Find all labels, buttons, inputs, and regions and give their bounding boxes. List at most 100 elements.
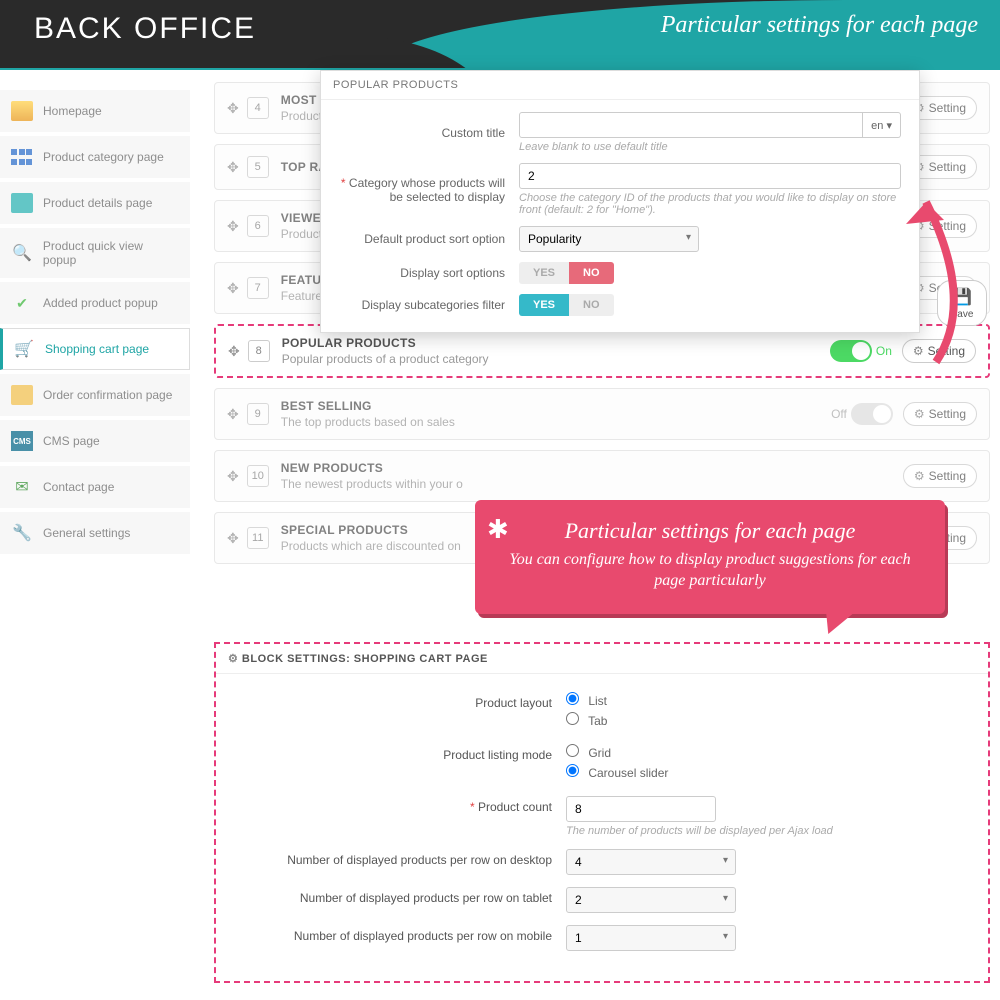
setting-button[interactable]: Setting xyxy=(902,339,976,363)
cms-icon: CMS xyxy=(11,431,33,451)
sidebar-item-added[interactable]: ✔ Added product popup xyxy=(0,282,190,324)
layout-tab-radio[interactable]: Tab xyxy=(566,712,958,728)
sidebar-item-label: Order confirmation page xyxy=(43,388,172,402)
block-number: 8 xyxy=(248,340,270,362)
main-content: POPULAR PRODUCTS Custom title en ▾ Leave… xyxy=(190,70,1000,1000)
mode-grid-radio[interactable]: Grid xyxy=(566,744,958,760)
block-title: POPULAR PRODUCTS xyxy=(282,336,830,350)
drag-handle-icon[interactable]: ✥ xyxy=(227,218,239,235)
cart-icon: 🛒 xyxy=(13,339,35,359)
block-desc: The top products based on sales xyxy=(281,415,831,429)
envelope-icon: ✉ xyxy=(11,477,33,497)
drag-handle-icon[interactable]: ✥ xyxy=(227,280,239,297)
popular-products-settings-panel: POPULAR PRODUCTS Custom title en ▾ Leave… xyxy=(320,70,920,333)
home-icon xyxy=(11,101,33,121)
custom-title-hint: Leave blank to use default title xyxy=(519,141,901,153)
callout-title: Particular settings for each page xyxy=(499,518,921,544)
display-sort-toggle[interactable]: YESNO xyxy=(519,262,614,284)
sidebar-item-label: Added product popup xyxy=(43,296,158,310)
sidebar-item-label: Product quick view popup xyxy=(43,239,179,267)
custom-title-input[interactable] xyxy=(519,112,863,138)
block-toggle-on[interactable]: On xyxy=(830,340,892,362)
sidebar-item-label: Product category page xyxy=(43,150,164,164)
sidebar: Homepage Product category page Product d… xyxy=(0,70,190,1000)
sidebar-item-general[interactable]: 🔧 General settings xyxy=(0,512,190,554)
sidebar-item-homepage[interactable]: Homepage xyxy=(0,90,190,132)
sidebar-item-category[interactable]: Product category page xyxy=(0,136,190,178)
shirt-icon xyxy=(11,193,33,213)
setting-button[interactable]: Setting xyxy=(903,402,977,426)
drag-handle-icon[interactable]: ✥ xyxy=(227,100,239,117)
block-row-10: ✥ 10 NEW PRODUCTSThe newest products wit… xyxy=(214,450,990,502)
sort-label: Default product sort option xyxy=(339,232,519,246)
display-subcat-toggle[interactable]: YESNO xyxy=(519,294,614,316)
tablet-row-select[interactable]: 2 xyxy=(566,887,736,913)
listing-mode-label: Product listing mode xyxy=(246,744,566,762)
block-number: 11 xyxy=(247,527,269,549)
sidebar-item-contact[interactable]: ✉ Contact page xyxy=(0,466,190,508)
product-layout-label: Product layout xyxy=(246,692,566,710)
header-subtitle: Particular settings for each page xyxy=(661,12,978,39)
callout-sub: You can configure how to display product… xyxy=(499,550,921,592)
wrench-icon: 🔧 xyxy=(11,523,33,543)
mobile-row-label: Number of displayed products per row on … xyxy=(246,925,566,943)
block-number: 4 xyxy=(247,97,269,119)
category-hint: Choose the category ID of the products t… xyxy=(519,192,901,216)
block-number: 9 xyxy=(247,403,269,425)
save-button[interactable]: Save xyxy=(937,280,987,326)
sidebar-item-label: Product details page xyxy=(43,196,152,210)
sidebar-item-label: Homepage xyxy=(43,104,102,118)
display-subcat-label: Display subcategories filter xyxy=(339,298,519,312)
language-dropdown[interactable]: en ▾ xyxy=(863,112,901,138)
sidebar-item-order[interactable]: Order confirmation page xyxy=(0,374,190,416)
sidebar-item-cart[interactable]: 🛒 Shopping cart page xyxy=(0,328,190,370)
sidebar-item-cms[interactable]: CMS CMS page xyxy=(0,420,190,462)
drag-handle-icon[interactable]: ✥ xyxy=(227,530,239,547)
product-count-label: * Product count xyxy=(246,796,566,814)
layout-list-radio[interactable]: List xyxy=(566,692,958,708)
product-count-hint: The number of products will be displayed… xyxy=(566,825,958,837)
sidebar-item-label: Shopping cart page xyxy=(45,342,149,356)
block-row-9: ✥ 9 BEST SELLING The top products based o… xyxy=(214,388,990,440)
header: BACK OFFICE Particular settings for each… xyxy=(0,0,1000,68)
category-input[interactable] xyxy=(519,163,901,189)
sidebar-item-label: General settings xyxy=(43,526,130,540)
setting-button[interactable]: Setting xyxy=(903,464,977,488)
check-icon: ✔ xyxy=(11,293,33,313)
panel-title: POPULAR PRODUCTS xyxy=(321,71,919,100)
tablet-row-label: Number of displayed products per row on … xyxy=(246,887,566,905)
desktop-row-select[interactable]: 4 xyxy=(566,849,736,875)
category-label: * Category whose products will be select… xyxy=(339,176,519,204)
block-number: 5 xyxy=(247,156,269,178)
sidebar-item-label: CMS page xyxy=(43,434,100,448)
desktop-row-label: Number of displayed products per row on … xyxy=(246,849,566,867)
sidebar-item-details[interactable]: Product details page xyxy=(0,182,190,224)
sidebar-item-quickview[interactable]: 🔍 Product quick view popup xyxy=(0,228,190,278)
block-number: 10 xyxy=(247,465,269,487)
block-desc: Popular products of a product category xyxy=(282,352,830,366)
drag-handle-icon[interactable]: ✥ xyxy=(227,468,239,485)
callout-bubble: ✱ Particular settings for each page You … xyxy=(475,500,945,614)
block-number: 7 xyxy=(247,277,269,299)
sidebar-item-label: Contact page xyxy=(43,480,114,494)
block-number: 6 xyxy=(247,215,269,237)
mobile-row-select[interactable]: 1 xyxy=(566,925,736,951)
search-icon: 🔍 xyxy=(11,243,33,263)
block-settings-head: BLOCK SETTINGS: SHOPPING CART PAGE xyxy=(216,644,988,674)
custom-title-label: Custom title xyxy=(339,126,519,140)
block-toggle-off[interactable]: Off xyxy=(831,403,893,425)
drag-handle-icon[interactable]: ✥ xyxy=(227,159,239,176)
block-settings-panel: BLOCK SETTINGS: SHOPPING CART PAGE Produ… xyxy=(214,642,990,983)
product-count-input[interactable] xyxy=(566,796,716,822)
display-sort-label: Display sort options xyxy=(339,266,519,280)
drag-handle-icon[interactable]: ✥ xyxy=(227,406,239,423)
block-title: BEST SELLING xyxy=(281,399,831,413)
star-icon: ✱ xyxy=(487,514,509,545)
drag-handle-icon[interactable]: ✥ xyxy=(228,343,240,360)
sort-select[interactable]: Popularity xyxy=(519,226,699,252)
mode-carousel-radio[interactable]: Carousel slider xyxy=(566,764,958,780)
callout-tail xyxy=(816,608,859,634)
grid-icon xyxy=(11,147,33,167)
clipboard-icon xyxy=(11,385,33,405)
block-desc: The newest products within your o xyxy=(281,477,903,491)
